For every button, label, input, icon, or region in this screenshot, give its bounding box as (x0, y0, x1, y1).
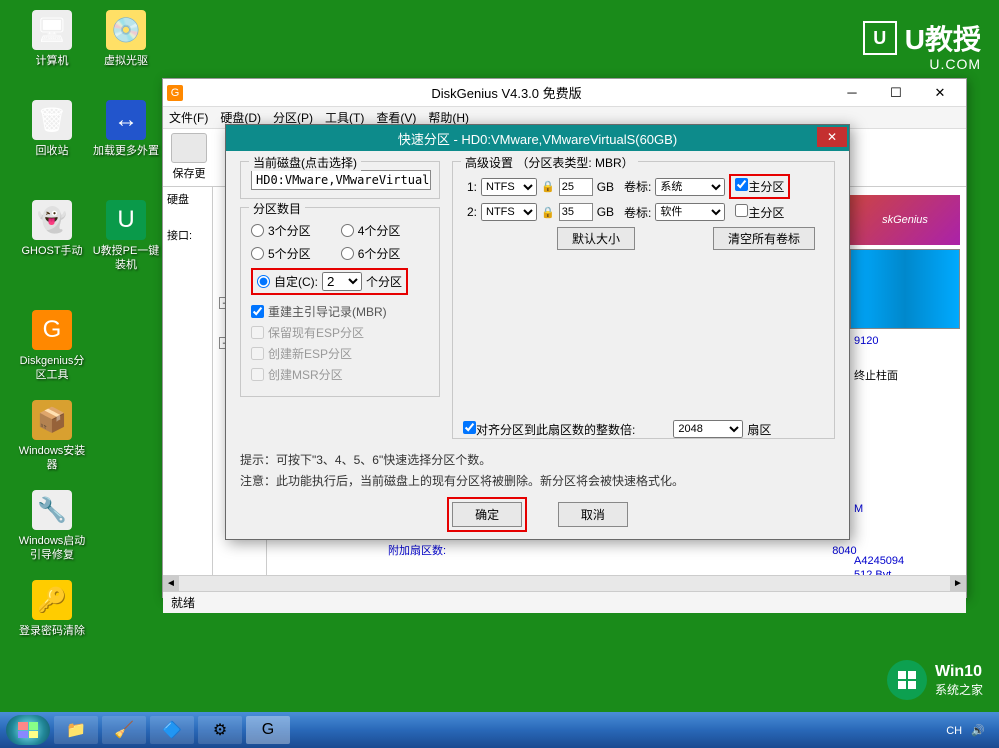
start-button[interactable] (6, 715, 50, 745)
custom-partition-row: 自定(C): 2 个分区 (251, 268, 408, 295)
ok-highlight: 确定 (447, 497, 527, 532)
radio-5-partitions[interactable]: 5个分区 (251, 245, 311, 262)
desktop-icon-clear-password[interactable]: 🔑登录密码清除 (16, 580, 88, 638)
trash-icon: 🗑 (32, 100, 72, 140)
label-select-2[interactable]: 软件 (655, 203, 725, 221)
language-indicator[interactable]: CH (946, 725, 962, 737)
titlebar[interactable]: G DiskGenius V4.3.0 免费版 (163, 79, 966, 107)
radio-custom[interactable]: 自定(C): (257, 273, 318, 290)
cd-icon: 💿 (106, 10, 146, 50)
desktop-icon-ghost[interactable]: 👻GHOST手动 (16, 200, 88, 258)
check-new-esp: 创建新ESP分区 (251, 345, 429, 362)
advanced-settings-group: 高级设置 （分区表类型: MBR） 1: NTFS 🔒 GB 卷标: 系统 主分… (452, 161, 835, 439)
expand-icon: ↔ (106, 100, 146, 140)
left-pane: 硬盘 接口: (163, 187, 213, 575)
desktop-icon-boot-repair[interactable]: 🔧Windows启动引导修复 (16, 490, 88, 562)
radio-4-partitions[interactable]: 4个分区 (341, 222, 401, 239)
diskgenius-icon: G (32, 310, 72, 350)
desktop-icon-recycle[interactable]: 🗑回收站 (16, 100, 88, 158)
desktop-icon-load-more[interactable]: ↔加载更多外置 (90, 100, 162, 158)
taskbar-item[interactable]: 🧹 (102, 716, 146, 744)
primary-check-1-highlight: 主分区 (729, 174, 790, 199)
statusbar: 就绪 (163, 591, 966, 613)
disk-select[interactable]: HD0:VMware,VMwareVirtualS(6 (251, 170, 431, 190)
radio-6-partitions[interactable]: 6个分区 (341, 245, 401, 262)
cancel-button[interactable]: 取消 (558, 502, 628, 527)
hint-2: 注意：此功能执行后，当前磁盘上的现有分区将被删除。新分区将会被快速格式化。 (240, 472, 835, 489)
computer-icon: 🖥 (32, 10, 72, 50)
size-input-1[interactable] (559, 178, 593, 196)
minimize-button[interactable] (830, 82, 874, 104)
box-icon: 📦 (32, 400, 72, 440)
dialog-title: 快速分区 - HD0:VMware,VMwareVirtualS(60GB) (398, 129, 677, 148)
key-icon: 🔑 (32, 580, 72, 620)
fs-select-1[interactable]: NTFS (481, 178, 537, 196)
partition-count-group: 分区数目 3个分区 4个分区 5个分区 6个分区 自定(C): 2 个分区 (240, 207, 440, 397)
desktop-icon-win-installer[interactable]: 📦Windows安装器 (16, 400, 88, 472)
taskbar-item[interactable]: ⚙ (198, 716, 242, 744)
u-icon: U (106, 200, 146, 240)
wrench-icon: 🔧 (32, 490, 72, 530)
desktop-icon-computer[interactable]: 🖥计算机 (16, 10, 88, 68)
horizontal-scrollbar[interactable] (163, 575, 966, 591)
lock-icon: 🔒 (541, 180, 555, 193)
save-icon (171, 133, 207, 163)
fs-select-2[interactable]: NTFS (481, 203, 537, 221)
label-select-1[interactable]: 系统 (655, 178, 725, 196)
disk-cylinder-icon (850, 249, 960, 329)
app-icon: G (167, 85, 183, 101)
check-keep-esp: 保留现有ESP分区 (251, 324, 429, 341)
watermark-icon: U (863, 21, 897, 55)
desktop-icon-diskgenius[interactable]: GDiskgenius分区工具 (16, 310, 88, 382)
align-checkbox[interactable]: 对齐分区到此扇区数的整数倍: (463, 421, 635, 438)
taskbar: 📁 🧹 🔷 ⚙ G CH 🔊 (0, 712, 999, 748)
custom-count-select[interactable]: 2 (322, 272, 362, 291)
status-text: 就绪 (171, 594, 195, 611)
taskbar-tray[interactable]: CH 🔊 (946, 724, 993, 737)
size-input-2[interactable] (559, 203, 593, 221)
brand-banner: skGenius (850, 195, 960, 245)
taskbar-item[interactable]: 🔷 (150, 716, 194, 744)
menu-file[interactable]: 文件(F) (169, 109, 208, 126)
align-select[interactable]: 2048 (673, 420, 743, 438)
quick-partition-dialog: 快速分区 - HD0:VMware,VMwareVirtualS(60GB) ✕… (225, 124, 850, 540)
win10-icon (887, 660, 927, 700)
primary-check-1[interactable]: 主分区 (735, 178, 784, 195)
clear-labels-button[interactable]: 清空所有卷标 (713, 227, 815, 250)
partition-row-2: 2: NTFS 🔒 GB 卷标: 软件 主分区 (463, 203, 824, 221)
disk-info: 9120 终止柱面 M A4245094 512 Byt (850, 329, 960, 587)
win10-badge: Win10 系统之家 (887, 660, 983, 700)
check-rebuild-mbr[interactable]: 重建主引导记录(MBR) (251, 303, 429, 320)
default-size-button[interactable]: 默认大小 (557, 227, 635, 250)
ok-button[interactable]: 确定 (452, 502, 522, 527)
toolbar-save[interactable]: 保存更 (171, 133, 207, 181)
maximize-button[interactable] (874, 82, 918, 104)
dialog-close-button[interactable]: ✕ (817, 127, 847, 147)
close-button[interactable] (918, 82, 962, 104)
desktop-icon-virtual-cd[interactable]: 💿虚拟光驱 (90, 10, 162, 68)
watermark: U U教授 U.COM (863, 18, 981, 58)
taskbar-item-active[interactable]: G (246, 716, 290, 744)
window-title: DiskGenius V4.3.0 免费版 (183, 83, 830, 102)
check-msr: 创建MSR分区 (251, 366, 429, 383)
primary-check-2[interactable]: 主分区 (735, 204, 784, 221)
lock-icon: 🔒 (541, 206, 555, 219)
partition-row-1: 1: NTFS 🔒 GB 卷标: 系统 主分区 (463, 174, 824, 199)
dialog-titlebar[interactable]: 快速分区 - HD0:VMware,VMwareVirtualS(60GB) ✕ (226, 125, 849, 151)
taskbar-item[interactable]: 📁 (54, 716, 98, 744)
radio-3-partitions[interactable]: 3个分区 (251, 222, 311, 239)
hint-1: 提示：可按下"3、4、5、6"快速选择分区个数。 (240, 451, 835, 468)
desktop-icon-upe[interactable]: UU教授PE一键装机 (90, 200, 162, 272)
current-disk-group: 当前磁盘(点击选择) HD0:VMware,VMwareVirtualS(6 (240, 161, 440, 199)
extra-sectors-row: 附加扇区数: 8040 (388, 542, 857, 558)
ghost-icon: 👻 (32, 200, 72, 240)
